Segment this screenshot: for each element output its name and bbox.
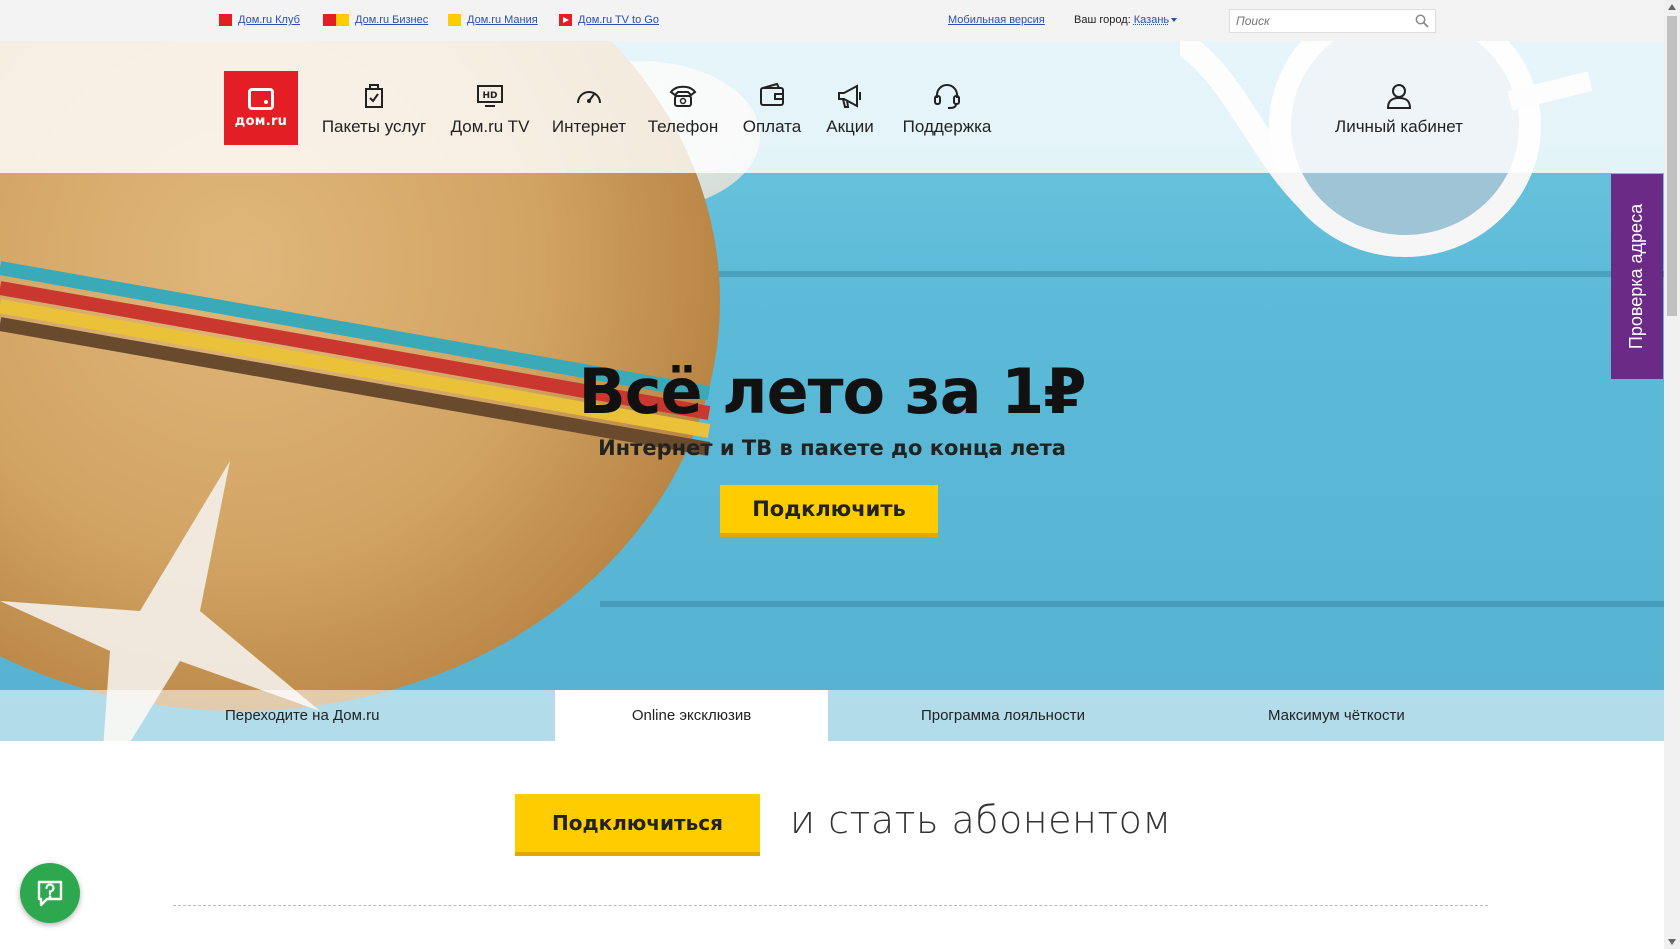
phone-icon [669, 85, 697, 107]
search-input[interactable] [1230, 10, 1410, 32]
plank-divider [600, 601, 1664, 607]
nav-item-payment[interactable]: Оплата [736, 81, 808, 137]
user-icon [1386, 84, 1412, 109]
tab-online-exclusive[interactable]: Online эксклюзив [555, 690, 828, 741]
speedometer-icon [577, 91, 601, 104]
connect-promo-button[interactable]: Подключить [720, 485, 938, 537]
help-chat-button[interactable] [20, 863, 80, 923]
mobile-version-link[interactable]: Мобильная версия [948, 14, 1045, 26]
business-icon [323, 14, 349, 26]
address-check-tab[interactable]: Проверка адреса [1611, 174, 1663, 379]
wallet-icon [760, 82, 784, 106]
tab-max-clarity[interactable]: Максимум чёткости [1178, 690, 1498, 741]
tab-switch-to-domru[interactable]: Переходите на Дом.ru [0, 690, 555, 741]
chevron-down-icon [1171, 18, 1178, 23]
nav-item-packages[interactable]: Пакеты услуг [318, 81, 430, 137]
section-divider [173, 905, 1488, 906]
mania-icon [448, 14, 461, 26]
play-icon [559, 14, 572, 26]
subscribe-caption: и стать абонентом [790, 798, 1172, 842]
link-domru-business[interactable]: Дом.ru Бизнес [323, 14, 428, 26]
feature-tabs: Переходите на Дом.ru Online эксклюзив Пр… [0, 690, 1664, 741]
hd-tv-icon: HD [477, 85, 503, 107]
search-icon[interactable] [1415, 14, 1429, 28]
scroll-down-arrow-icon[interactable] [1668, 939, 1676, 945]
nav-item-promotions[interactable]: Акции [815, 81, 885, 137]
link-domru-club[interactable]: Дом.ru Клуб [219, 14, 300, 26]
promo-subtitle: Интернет и ТВ в пакете до конца лета [598, 436, 1066, 460]
megaphone-icon [838, 84, 861, 108]
logo[interactable]: дом.ru [224, 71, 298, 145]
page-scrollbar[interactable] [1664, 0, 1680, 949]
promo-title: Всё лето за 1₽ [578, 355, 1087, 428]
city-selector[interactable]: Ваш город: Казань [1074, 14, 1178, 26]
nav-item-phone[interactable]: Телефон [644, 81, 722, 137]
link-domru-tv-to-go[interactable]: Дом.ru TV to Go [559, 14, 659, 26]
subscribe-button[interactable]: Подключиться [515, 794, 760, 856]
tab-loyalty-program[interactable]: Программа лояльности [828, 690, 1178, 741]
headset-icon [934, 84, 960, 109]
nav-item-personal-account[interactable]: Личный кабинет [1329, 81, 1469, 137]
nav-item-support[interactable]: Поддержка [892, 81, 1002, 137]
search-box [1229, 9, 1436, 33]
club-icon [219, 14, 232, 26]
top-utility-bar: Дом.ru Клуб Дом.ru Бизнес Дом.ru Мания Д… [0, 0, 1664, 41]
scroll-thumb[interactable] [1667, 16, 1677, 316]
svg-text:HD: HD [482, 91, 497, 101]
city-value[interactable]: Казань [1134, 14, 1169, 26]
link-domru-mania[interactable]: Дом.ru Мания [448, 14, 538, 26]
question-chat-icon [37, 880, 63, 907]
package-icon [365, 84, 383, 108]
city-label: Ваш город: [1074, 14, 1131, 26]
nav-item-internet[interactable]: Интернет [544, 81, 634, 137]
tv-logo-icon [248, 87, 274, 110]
scroll-up-arrow-icon[interactable] [1668, 4, 1676, 10]
nav-item-domru-tv[interactable]: HD Дом.ru TV [440, 81, 540, 137]
